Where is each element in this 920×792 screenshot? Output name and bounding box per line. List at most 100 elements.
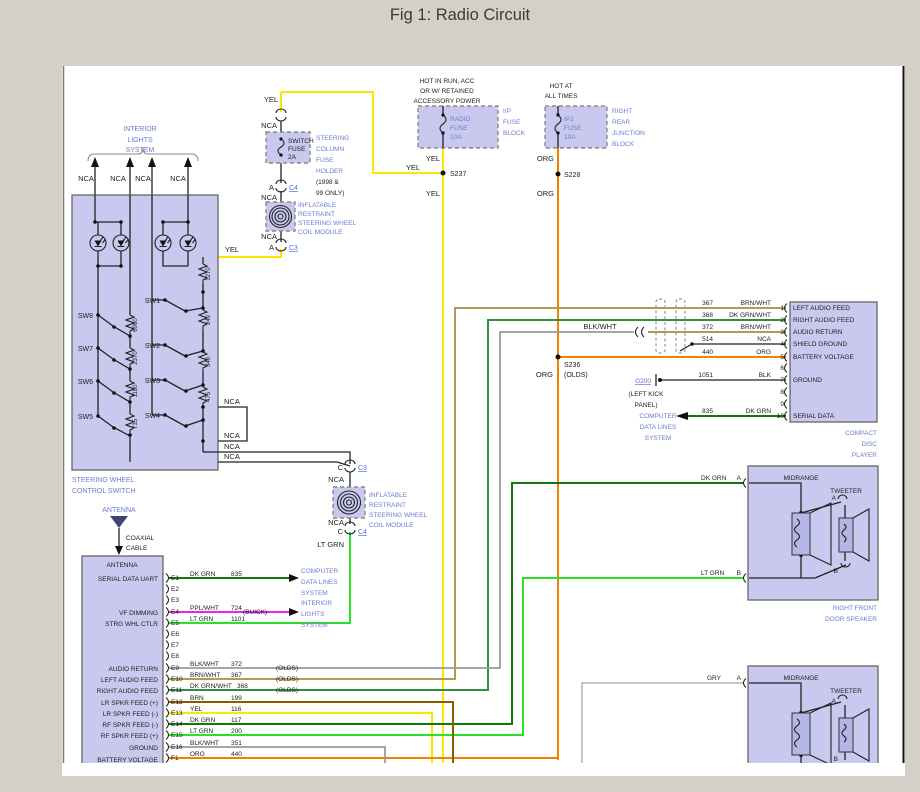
interior-lights-label-2: LIGHTS bbox=[127, 137, 153, 144]
blkwht-label: BLK/WHT bbox=[583, 322, 617, 331]
nca-label: NCA bbox=[170, 174, 186, 183]
pin-id: E11 bbox=[171, 687, 182, 694]
wire-num: 835 bbox=[231, 571, 242, 578]
il-label-2: LIGHTS bbox=[301, 611, 325, 618]
wire-color: PPL/WHT bbox=[190, 605, 219, 612]
ip2-fuse-label-3: 10A bbox=[564, 134, 576, 141]
c4-link: C4 bbox=[358, 529, 367, 536]
pin-id: E2 bbox=[171, 586, 179, 593]
c-label: C bbox=[338, 527, 344, 536]
coax-label-1: COAXIAL bbox=[126, 535, 155, 542]
cdl-label-2: DATA LINES bbox=[301, 579, 338, 586]
cd-color: DK GRN bbox=[746, 408, 772, 415]
cd-num: 514 bbox=[702, 336, 713, 343]
g200-link: G200 bbox=[635, 378, 651, 385]
nca-label: NCA bbox=[224, 431, 240, 440]
wire-color: YEL bbox=[190, 706, 203, 713]
coil-module-box bbox=[266, 202, 295, 231]
row-label: RIGHT AUDIO FEED bbox=[97, 688, 159, 695]
nca-label: NCA bbox=[110, 174, 126, 183]
splice-dot bbox=[556, 172, 561, 177]
cd-num: 367 bbox=[702, 300, 713, 307]
nca-label: NCA bbox=[328, 518, 344, 527]
hot-label-2: OR W/ RETAINED bbox=[420, 88, 474, 95]
row-label: LEFT AUDIO FEED bbox=[101, 677, 158, 684]
row-label: LR SPKR FEED (-) bbox=[103, 711, 158, 718]
cd-color: BRN/WHT bbox=[741, 300, 771, 307]
row-label: LR SPKR FEED (+) bbox=[101, 700, 158, 707]
coax-label-2: CABLE bbox=[126, 545, 148, 552]
resistor-1270: 1270 bbox=[206, 267, 212, 281]
row-label: RF SPKR FEED (+) bbox=[101, 733, 158, 740]
nca-label: NCA bbox=[224, 397, 240, 406]
tweeter-a-label: A bbox=[832, 698, 837, 705]
resistor-2370: 2370 bbox=[133, 351, 139, 365]
holder-label-4: HOLDER bbox=[316, 168, 343, 175]
junction-dot bbox=[690, 342, 694, 346]
sw6-label: SW6 bbox=[78, 379, 93, 386]
cdl-label-3: SYSTEM bbox=[645, 435, 672, 442]
wire-suffix: (OLDS) bbox=[276, 676, 298, 683]
b-label: B bbox=[737, 570, 741, 577]
c-label: C bbox=[338, 463, 344, 472]
hot-label-1: HOT IN RUN, ACC bbox=[420, 78, 475, 85]
wire-num: 200 bbox=[231, 728, 242, 735]
il-label-1: INTERIOR bbox=[301, 600, 332, 607]
org-label: ORG bbox=[537, 189, 554, 198]
pin-id: E1 bbox=[171, 575, 179, 582]
a-label: A bbox=[737, 475, 742, 482]
pin-id: E13 bbox=[171, 710, 183, 717]
resistor-1180: 1180 bbox=[133, 384, 139, 398]
resistor-715: 715 bbox=[133, 418, 139, 429]
radio-fuse-label-1: RADIO bbox=[450, 116, 471, 123]
cd-color: BRN/WHT bbox=[741, 324, 771, 331]
ltgrn-label: LT GRN bbox=[701, 570, 725, 577]
cd-name-2: DISC bbox=[861, 441, 877, 448]
sw5-label: SW5 bbox=[78, 414, 93, 421]
yel-label: YEL bbox=[426, 189, 440, 198]
midrange-speaker-icon bbox=[792, 713, 810, 755]
a-label: A bbox=[737, 675, 742, 682]
cd-signal: LEFT AUDIO FEED bbox=[793, 305, 850, 312]
wire-color: BRN bbox=[190, 695, 204, 702]
cd-num: 372 bbox=[702, 324, 713, 331]
cdl-label-2: DATA LINES bbox=[640, 424, 677, 431]
coil-label-1: INFLATABLE bbox=[298, 202, 337, 209]
nca-label: NCA bbox=[224, 452, 240, 461]
holder-label-3: FUSE bbox=[316, 157, 334, 164]
coil-label-1: INFLATABLE bbox=[369, 492, 408, 499]
resistor-6980: 6980 bbox=[133, 318, 139, 332]
resistor-348: 348 bbox=[206, 356, 212, 367]
wiring-diagram: INTERIOR LIGHTS SYSTEM NCA NCA NCA NCA bbox=[0, 0, 920, 792]
s228-label: S228 bbox=[564, 172, 580, 179]
speaker-location-2: DOOR SPEAKER bbox=[825, 616, 877, 623]
pin-id: E14 bbox=[171, 721, 183, 728]
c4-link: C4 bbox=[289, 185, 298, 192]
cd-signal: RIGHT AUDIO FEED bbox=[793, 317, 855, 324]
wire-num: 368 bbox=[237, 683, 248, 690]
g200-location-2: PANEL) bbox=[635, 402, 658, 409]
cd-signal: SHIELD GROUND bbox=[793, 341, 847, 348]
wire-num: 199 bbox=[231, 695, 242, 702]
tweeter-speaker-icon bbox=[839, 718, 853, 752]
il-label-3: SYSTEM bbox=[301, 622, 328, 629]
midrange-label: MIDRANGE bbox=[783, 475, 819, 482]
speaker-box bbox=[748, 466, 878, 600]
pin-id: E9 bbox=[171, 665, 179, 672]
hot-label-2: ALL TIMES bbox=[545, 93, 579, 100]
pin-id: E8 bbox=[171, 653, 179, 660]
coil-label-4: COIL MODULE bbox=[369, 522, 414, 529]
holder-label-1: STEERING bbox=[316, 135, 349, 142]
sw2-label: SW2 bbox=[145, 343, 160, 350]
dkgrn-label: DK GRN bbox=[701, 475, 727, 482]
cd-num: 368 bbox=[702, 312, 713, 319]
rr-block-label-3: JUNCTION bbox=[612, 130, 645, 137]
wire-num: 724 bbox=[231, 605, 242, 612]
cd-pin: 2 bbox=[780, 317, 784, 324]
cd-signal: SERIAL DATA bbox=[793, 413, 835, 420]
pin-id: E10 bbox=[171, 676, 183, 683]
tweeter-label: TWEETER bbox=[830, 488, 862, 495]
holder-label-2: COLUMN bbox=[316, 146, 344, 153]
midrange-speaker-icon bbox=[792, 513, 810, 555]
ip-block-label-2: FUSE bbox=[503, 119, 521, 126]
